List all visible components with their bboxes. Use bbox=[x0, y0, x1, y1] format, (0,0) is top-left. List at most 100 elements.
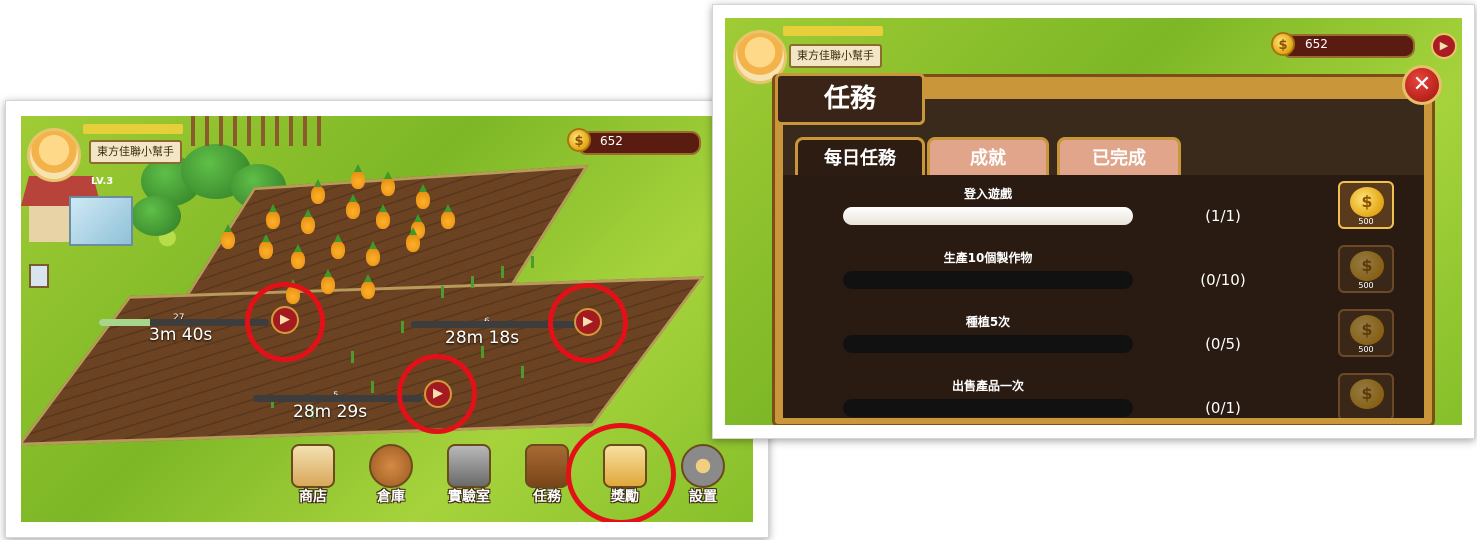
sprout bbox=[531, 256, 534, 268]
pineapple-crop bbox=[259, 241, 273, 259]
pineapple-crop bbox=[361, 281, 375, 299]
tab-completed[interactable]: 已完成 bbox=[1057, 137, 1181, 175]
pineapple-crop bbox=[311, 186, 325, 204]
tv-play-icon: ▶ bbox=[1439, 39, 1449, 52]
pineapple-crop bbox=[221, 231, 235, 249]
pineapple-crop bbox=[366, 248, 380, 266]
tab-daily-tasks[interactable]: 每日任務 bbox=[795, 137, 925, 175]
water-sign-icon bbox=[29, 264, 49, 288]
sprout bbox=[471, 276, 474, 288]
menu-label: 獎勵 bbox=[611, 489, 639, 505]
pineapple-crop bbox=[321, 276, 335, 294]
reward-slot-locked: $ 500 bbox=[1338, 309, 1394, 357]
sprout bbox=[401, 321, 404, 333]
plot-timer: 3m 40s bbox=[149, 325, 213, 345]
claim-reward-button[interactable]: $ 500 bbox=[1338, 181, 1394, 229]
tab-achievements[interactable]: 成就 bbox=[927, 137, 1049, 175]
lab-icon bbox=[447, 444, 491, 488]
coin-icon: $ bbox=[1271, 32, 1295, 56]
watch-ad-speedup-button[interactable]: ▶ bbox=[424, 380, 452, 408]
left-screenshot-panel: 東方佳聯小幫手 LV.3 $ 652 27 3m 40s ▶ 6 28m 18s… bbox=[5, 100, 769, 538]
sprout bbox=[501, 266, 504, 278]
watch-ad-speedup-button[interactable]: ▶ bbox=[271, 306, 299, 334]
pineapple-crop bbox=[331, 241, 345, 259]
avatar[interactable] bbox=[27, 128, 81, 182]
pineapple-crop bbox=[376, 211, 390, 229]
greenhouse[interactable] bbox=[69, 196, 133, 246]
lab-button[interactable]: 實驗室 bbox=[439, 444, 499, 510]
task-progress-bar bbox=[843, 271, 1133, 289]
task-row: 出售產品一次 (0/1) $ bbox=[783, 373, 1424, 418]
plot-progress-bar bbox=[411, 321, 581, 328]
pineapple-crop bbox=[441, 211, 455, 229]
watch-ad-speedup-button[interactable]: ▶ bbox=[574, 308, 602, 336]
close-icon: ✕ bbox=[1412, 72, 1432, 97]
warehouse-button[interactable]: 倉庫 bbox=[361, 444, 421, 510]
xp-bar bbox=[83, 124, 183, 134]
player-name[interactable]: 東方佳聯小幫手 bbox=[789, 44, 882, 68]
coin-icon: $ bbox=[1350, 315, 1384, 345]
pineapple-crop bbox=[346, 201, 360, 219]
sprout bbox=[351, 351, 354, 363]
farm-scene-dimmed: 東方佳聯小幫手 $ 652 ▶ 任務 ✕ 每日任務 成就 已完成 登入遊戲 (1… bbox=[725, 18, 1462, 425]
pineapple-crop bbox=[351, 171, 365, 189]
task-progress-bar bbox=[843, 207, 1133, 225]
shop-icon bbox=[291, 444, 335, 488]
coin-bar bbox=[577, 131, 701, 155]
task-name: 登入遊戲 bbox=[963, 187, 1012, 201]
rewards-button[interactable]: 獎勵 bbox=[595, 444, 655, 510]
gear-icon bbox=[681, 444, 725, 488]
plot-progress-bar bbox=[253, 395, 423, 402]
settings-button[interactable]: 設置 bbox=[673, 444, 733, 510]
pineapple-crop bbox=[381, 178, 395, 196]
reward-slot-locked: $ bbox=[1338, 373, 1394, 418]
menu-label: 倉庫 bbox=[377, 489, 405, 505]
menu-label: 任務 bbox=[533, 489, 561, 505]
reward-amount: 500 bbox=[1358, 281, 1374, 290]
menu-label: 設置 bbox=[689, 489, 717, 505]
bush bbox=[131, 196, 181, 236]
reward-amount: 500 bbox=[1358, 217, 1374, 226]
menu-label: 實驗室 bbox=[448, 489, 490, 505]
pineapple-crop bbox=[286, 286, 300, 304]
pineapple-crop bbox=[266, 211, 280, 229]
tasks-button[interactable]: 任務 bbox=[517, 444, 577, 510]
pineapple-crop bbox=[416, 191, 430, 209]
coin-bar bbox=[1281, 34, 1415, 58]
reward-amount: 500 bbox=[1358, 345, 1374, 354]
farm-scene: 東方佳聯小幫手 LV.3 $ 652 27 3m 40s ▶ 6 28m 18s… bbox=[21, 116, 753, 522]
shop-button[interactable]: 商店 bbox=[283, 444, 343, 510]
task-progress-text: (0/1) bbox=[1205, 399, 1241, 417]
task-name: 出售產品一次 bbox=[951, 379, 1024, 393]
coin-count: 652 bbox=[600, 134, 623, 148]
task-dialog: 任務 ✕ 每日任務 成就 已完成 登入遊戲 (1/1) $ 500 生產10個製… bbox=[772, 65, 1442, 425]
warehouse-bag-icon bbox=[369, 444, 413, 488]
task-progress-bar bbox=[843, 399, 1133, 417]
right-screenshot-panel: 東方佳聯小幫手 $ 652 ▶ 任務 ✕ 每日任務 成就 已完成 登入遊戲 (1… bbox=[712, 4, 1475, 439]
task-progress-bar bbox=[843, 335, 1133, 353]
reward-slot-locked: $ 500 bbox=[1338, 245, 1394, 293]
close-button[interactable]: ✕ bbox=[1402, 65, 1442, 105]
tv-play-icon: ▶ bbox=[280, 312, 290, 327]
coin-icon: $ bbox=[1350, 379, 1384, 409]
player-name[interactable]: 東方佳聯小幫手 bbox=[89, 140, 182, 164]
pineapple-crop bbox=[301, 216, 315, 234]
coin-icon: $ bbox=[1350, 187, 1384, 217]
task-progress-text: (0/10) bbox=[1200, 271, 1246, 289]
task-name: 生產10個製作物 bbox=[943, 251, 1033, 265]
watch-ad-button[interactable]: ▶ bbox=[1431, 33, 1457, 59]
coin-count: 652 bbox=[1305, 37, 1328, 51]
task-list: 登入遊戲 (1/1) $ 500 生產10個製作物 (0/10) $ 500 種… bbox=[783, 175, 1424, 418]
tv-play-icon: ▶ bbox=[583, 314, 593, 329]
task-row: 生產10個製作物 (0/10) $ 500 bbox=[783, 245, 1424, 309]
sprout bbox=[521, 366, 524, 378]
xp-bar bbox=[783, 26, 883, 36]
coin-icon: $ bbox=[1350, 251, 1384, 281]
trophy-book-icon bbox=[525, 444, 569, 488]
plot-timer: 28m 18s bbox=[445, 328, 520, 348]
task-progress-text: (1/1) bbox=[1205, 207, 1241, 225]
task-name: 種植5次 bbox=[965, 315, 1011, 329]
tv-play-icon: ▶ bbox=[433, 386, 443, 401]
menu-label: 商店 bbox=[299, 489, 327, 505]
task-progress-text: (0/5) bbox=[1205, 335, 1241, 353]
